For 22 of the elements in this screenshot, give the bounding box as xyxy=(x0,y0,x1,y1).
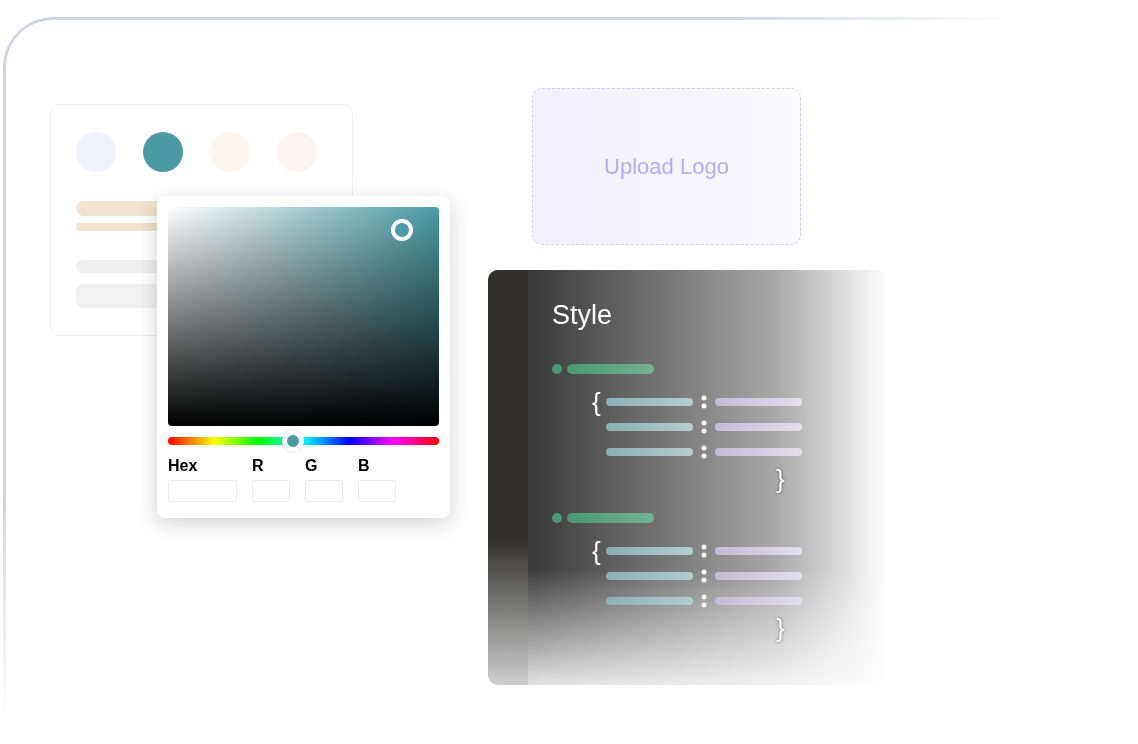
saturation-area[interactable] xyxy=(168,207,439,426)
brace: { xyxy=(592,537,602,564)
field-label: R xyxy=(252,457,265,475)
colon-icon xyxy=(701,394,707,409)
upload-label: Upload Logo xyxy=(604,153,729,180)
field-label: G xyxy=(305,457,319,475)
bullet-icon xyxy=(552,513,562,523)
colon-icon xyxy=(701,543,707,558)
colon-icon xyxy=(701,444,707,459)
color-swatch[interactable] xyxy=(143,132,183,172)
picker-handle[interactable] xyxy=(391,219,413,241)
colon-icon xyxy=(701,419,707,434)
colon-icon xyxy=(701,593,707,608)
field-label: B xyxy=(358,457,371,475)
colon-icon xyxy=(701,568,707,583)
brace: } xyxy=(776,466,786,492)
brace: } xyxy=(776,615,786,641)
brace: { xyxy=(592,388,602,415)
panel-title: Style xyxy=(552,300,614,331)
bullet-icon xyxy=(552,364,562,374)
upload-dropzone[interactable]: Upload Logo xyxy=(532,88,801,245)
field-label: Hex xyxy=(168,457,199,475)
